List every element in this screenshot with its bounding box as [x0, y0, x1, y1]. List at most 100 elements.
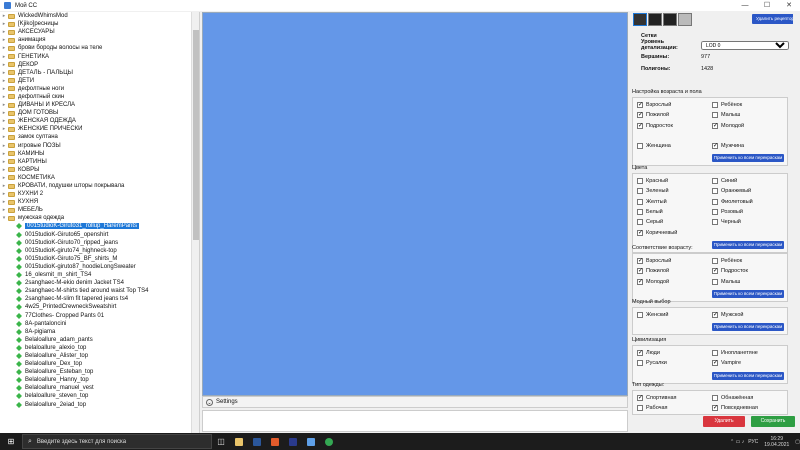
- checkbox[interactable]: [637, 143, 643, 150]
- checkbox[interactable]: [712, 359, 718, 367]
- tree-file-item[interactable]: 0015tudioK-Giruto70_ripped_jeans: [0, 239, 199, 247]
- checkbox[interactable]: [637, 178, 643, 185]
- filter-checkbox[interactable]: Молодой: [637, 277, 712, 287]
- chevron-right-icon[interactable]: ▸: [0, 143, 8, 149]
- checkbox[interactable]: [637, 219, 643, 226]
- tree-folder[interactable]: ▸ игровые ПОЗЫ: [0, 142, 199, 150]
- chevron-right-icon[interactable]: ▸: [0, 37, 8, 43]
- checkbox[interactable]: [712, 122, 718, 129]
- filter-checkbox[interactable]: Красный: [637, 176, 712, 186]
- checkbox[interactable]: [637, 111, 643, 119]
- word-icon[interactable]: [248, 433, 266, 450]
- chevron-down-icon[interactable]: ⌄: [206, 398, 213, 406]
- tree-folder[interactable]: ▸ замок султана: [0, 133, 199, 141]
- tree-folder[interactable]: ▸ ЖЕНСКИЕ ПРИЧЕСКИ: [0, 125, 199, 133]
- filter-checkbox[interactable]: Оранжевый: [712, 186, 787, 196]
- notification-icon[interactable]: ▢: [795, 439, 800, 445]
- checkbox[interactable]: [712, 311, 718, 319]
- checkbox[interactable]: [637, 278, 643, 285]
- tree-file-item[interactable]: Belaloallure_adam_pants: [0, 336, 199, 344]
- checkbox[interactable]: [712, 395, 718, 402]
- checkbox[interactable]: [712, 258, 718, 265]
- tree-folder[interactable]: ▸ дефолтные ноги: [0, 85, 199, 93]
- checkbox[interactable]: [712, 278, 718, 285]
- taskbar-search[interactable]: ⌕ Введите здесь текст для поиска: [22, 434, 212, 449]
- minimize-button[interactable]: —: [734, 0, 756, 11]
- tree-file-item[interactable]: Belaloallure_manuel_vest: [0, 384, 199, 392]
- swatch-thumb[interactable]: [663, 13, 677, 26]
- filter-checkbox[interactable]: Белый: [637, 207, 712, 217]
- filter-checkbox[interactable]: Коричневый: [637, 227, 712, 237]
- tree-folder[interactable]: ▸ ДИВАНЫ И КРЕСЛА: [0, 101, 199, 109]
- filter-checkbox[interactable]: Малыш: [712, 277, 787, 287]
- filter-checkbox[interactable]: Синий: [712, 176, 787, 186]
- file-tree[interactable]: ▸ WickedWhimsMod ▸ [Kjiko]ресницы ▸ АКСЕСУАРЫ…: [0, 12, 200, 433]
- filter-checkbox[interactable]: Обнажённая: [712, 393, 787, 403]
- chevron-right-icon[interactable]: ▸: [0, 13, 8, 19]
- delete-button[interactable]: Удалить: [703, 416, 745, 427]
- clock[interactable]: 16:29 19.04.2021: [764, 436, 789, 448]
- language-indicator[interactable]: РУС: [748, 439, 758, 445]
- tree-file-item[interactable]: 16_olesmit_m_shirt_TS4: [0, 271, 199, 279]
- save-button[interactable]: Сохранить: [751, 416, 795, 427]
- settings-bar[interactable]: ⌄ Settings: [202, 396, 628, 408]
- filter-checkbox[interactable]: Розовый: [712, 207, 787, 217]
- filter-checkbox[interactable]: Русалки: [637, 358, 712, 368]
- checkbox[interactable]: [712, 178, 718, 185]
- tree-folder[interactable]: ▸ анимация: [0, 36, 199, 44]
- tree-folder[interactable]: ▸ ГЕНЕТИКА: [0, 52, 199, 60]
- photoshop-icon[interactable]: [284, 433, 302, 450]
- tree-folder[interactable]: ▸ ДЕКОР: [0, 61, 199, 69]
- tree-folder[interactable]: ▸ ЖЕНСКАЯ ОДЕЖДА: [0, 117, 199, 125]
- tree-file-item[interactable]: 0015tudioK-Giruto65_openshirt: [0, 231, 199, 239]
- apply-to-all-button[interactable]: Применить ко всем перекраскам: [712, 154, 784, 163]
- filter-checkbox[interactable]: Рабочая: [637, 403, 712, 413]
- chevron-right-icon[interactable]: ▸: [0, 86, 8, 92]
- tree-file-item[interactable]: 2sanghaec-M-ekio denim Jacket TS4: [0, 279, 199, 287]
- checkbox[interactable]: [712, 267, 718, 275]
- checkbox[interactable]: [637, 188, 643, 195]
- filter-checkbox[interactable]: Подросток: [712, 266, 787, 276]
- tree-file-item[interactable]: Belaloallure_2eiad_top: [0, 401, 199, 409]
- checkbox[interactable]: [637, 229, 643, 236]
- filter-checkbox[interactable]: Инопланетяне: [712, 348, 787, 358]
- chevron-right-icon[interactable]: ▸: [0, 191, 8, 197]
- windows-start-icon[interactable]: ⊞: [0, 437, 22, 446]
- chevron-right-icon[interactable]: ▸: [0, 183, 8, 189]
- chevron-right-icon[interactable]: ▸: [0, 78, 8, 84]
- checkbox[interactable]: [637, 349, 643, 357]
- swatch-thumb[interactable]: [678, 13, 692, 26]
- chevron-right-icon[interactable]: ▸: [0, 134, 8, 140]
- tree-scrollbar[interactable]: [191, 12, 199, 433]
- chevron-right-icon[interactable]: ▸: [0, 54, 8, 60]
- tree-file-item[interactable]: 77Clothes- Cropped Pants 01: [0, 311, 199, 319]
- chevron-right-icon[interactable]: ▸: [0, 102, 8, 108]
- checkbox[interactable]: [637, 122, 643, 129]
- checkbox[interactable]: [637, 101, 643, 109]
- tree-folder[interactable]: ▸ КОВРЫ: [0, 166, 199, 174]
- checkbox[interactable]: [712, 102, 718, 109]
- filter-checkbox[interactable]: Взрослый: [637, 256, 712, 266]
- apply-to-all-button[interactable]: Применить ко всем перекраскам: [712, 371, 784, 380]
- tree-file-item[interactable]: 8A-pantaloncini: [0, 320, 199, 328]
- chevron-right-icon[interactable]: ▸: [0, 118, 8, 124]
- checkbox[interactable]: [712, 188, 718, 195]
- filter-checkbox[interactable]: Пожилой: [637, 266, 712, 276]
- tree-folder[interactable]: ▸ ДОМ ГОТОВЫ: [0, 109, 199, 117]
- chevron-right-icon[interactable]: ▸: [0, 126, 8, 132]
- filter-checkbox[interactable]: Малыш: [712, 110, 787, 120]
- filter-checkbox[interactable]: Желтый: [637, 197, 712, 207]
- filter-checkbox[interactable]: Женский: [637, 310, 712, 320]
- filter-checkbox[interactable]: Ребёнок: [712, 256, 787, 266]
- filter-checkbox[interactable]: Люди: [637, 348, 712, 358]
- checkbox[interactable]: [637, 209, 643, 216]
- filter-checkbox[interactable]: Зеленый: [637, 186, 712, 196]
- filter-checkbox[interactable]: Мужской: [712, 310, 787, 320]
- tree-file-item[interactable]: 2sanghaec-M-shirts tied around waist Top…: [0, 287, 199, 295]
- tree-folder[interactable]: ▸ брови бороды волосы на теле: [0, 44, 199, 52]
- chevron-down-icon[interactable]: ▾: [0, 215, 8, 221]
- tree-file-item[interactable]: 0015tudioK-Giruto75_BF_shirts_M: [0, 255, 199, 263]
- filter-checkbox[interactable]: Молодой: [712, 121, 787, 131]
- chevron-right-icon[interactable]: ▸: [0, 45, 8, 51]
- chevron-right-icon[interactable]: ▸: [0, 151, 8, 157]
